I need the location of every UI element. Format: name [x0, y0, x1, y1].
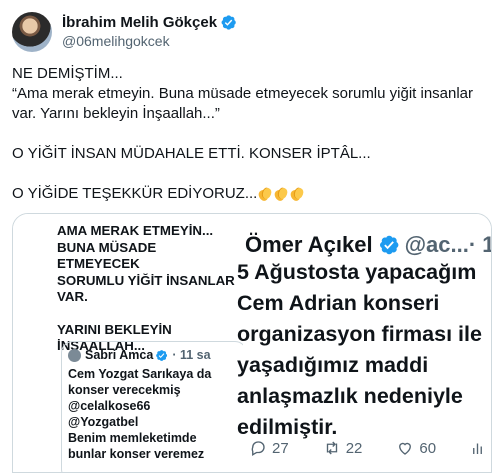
repost-count: 22: [345, 439, 363, 457]
quote-line: YARINI BEKLEYİN: [57, 321, 172, 337]
screenshot-line: 5 Ağustosta yapacağım: [237, 260, 477, 284]
quoted-author-name: Sabri Amca: [85, 348, 154, 362]
screenshot-line: anlaşmazlık nedeniyle: [237, 384, 463, 408]
quoted-line: konser verecekmiş: [68, 383, 181, 397]
heart-icon: [399, 442, 412, 455]
screenshot-tweet-text: 5 Ağustosta yapacağım Cem Adrian konseri…: [237, 257, 491, 443]
author-info: İbrahim Melih Gökçek @06melihgokcek: [62, 13, 237, 51]
quoted-line: Cem Yozgat Sarıkaya da: [68, 367, 212, 381]
quoted-line: Benim memleketimde: [68, 431, 197, 445]
views-icon: [473, 443, 482, 454]
quoted-line: bunlar konser veremez: [68, 447, 205, 461]
author-handle[interactable]: @06melihgokcek: [62, 32, 237, 51]
tweet-line: O YİĞİT İNSAN MÜDAHALE ETTİ. KONSER İPTÂ…: [12, 145, 371, 162]
quoted-tweet-text: Cem Yozgat Sarıkaya da konser verecekmiş…: [68, 366, 240, 462]
verified-badge-icon: [156, 349, 168, 361]
verified-badge-icon: [379, 235, 398, 255]
image-left-panel: AMA MERAK ETMEYİN... BUNA MÜSADE ETMEYEC…: [13, 214, 247, 472]
quoted-tweet-card: Sabri Amca · 11 sa Cem Yozgat Sarıkaya d…: [61, 341, 247, 472]
repost-action: 22: [323, 439, 363, 457]
like-count: 60: [419, 439, 437, 457]
quote-line: AMA MERAK ETMEYİN...: [57, 223, 214, 238]
clapping-hands-icon: [257, 187, 304, 202]
tweet-line: “Ama merak etmeyin. Buna müsade etmeyece…: [12, 85, 474, 122]
quote-line: BUNA MÜSADE ETMEYECEK: [57, 239, 157, 272]
reply-count: 27: [272, 439, 289, 457]
screenshot-line: Cem Adrian konseri: [237, 291, 440, 315]
quoted-avatar: [68, 348, 81, 362]
author-name[interactable]: İbrahim Melih Gökçek: [62, 13, 217, 32]
tweet-line: O YİĞİDE TEŞEKKÜR EDİYORUZ...: [12, 184, 492, 204]
repost-icon: [326, 441, 337, 455]
screenshot-time: · 1: [468, 232, 492, 257]
quoted-line: @celalkose66: [68, 399, 151, 413]
quote-line: VAR.: [57, 289, 88, 304]
screenshot-author-handle: @ac...: [404, 232, 469, 257]
verified-badge-icon: [221, 15, 236, 30]
tweet-line: NE DEMİŞTİM...: [12, 65, 123, 82]
views-action: 3: [470, 439, 491, 457]
tweet-header: İbrahim Melih Gökçek @06melihgokcek: [12, 12, 237, 52]
author-name-row: İbrahim Melih Gökçek: [62, 13, 237, 32]
quoted-time: · 11 sa: [172, 348, 211, 362]
screenshot-author-name: Ömer Açıkel: [245, 232, 373, 257]
tweet-line-text: O YİĞİDE TEŞEKKÜR EDİYORUZ...: [12, 185, 258, 202]
quote-line: SORUMLU YİĞİT İNSANLAR: [57, 272, 235, 288]
quoted-tweet-header: Sabri Amca · 11 sa: [68, 348, 240, 362]
screenshot-tweet-header: Ömer Açıkel @ac... · 1: [245, 232, 492, 258]
reply-icon: [251, 441, 265, 456]
author-avatar[interactable]: [12, 12, 52, 52]
attached-image[interactable]: AMA MERAK ETMEYİN... BUNA MÜSADE ETMEYEC…: [12, 213, 492, 473]
tweet-text: NE DEMİŞTİM... “Ama merak etmeyin. Buna …: [12, 64, 492, 204]
screenshot-action-bar: 27 22 60 3: [249, 439, 491, 457]
image-right-panel: Ömer Açıkel @ac... · 1 5 Ağustosta yapac…: [237, 214, 492, 472]
screenshot-line: yaşadığımız maddi: [237, 353, 429, 377]
like-action: 60: [396, 439, 436, 457]
image-quote-text: AMA MERAK ETMEYİN... BUNA MÜSADE ETMEYEC…: [57, 223, 237, 355]
screenshot-line: organizasyon firması ile: [237, 322, 482, 346]
quoted-line: @Yozgatbel: [68, 415, 139, 429]
reply-action: 27: [249, 439, 289, 457]
